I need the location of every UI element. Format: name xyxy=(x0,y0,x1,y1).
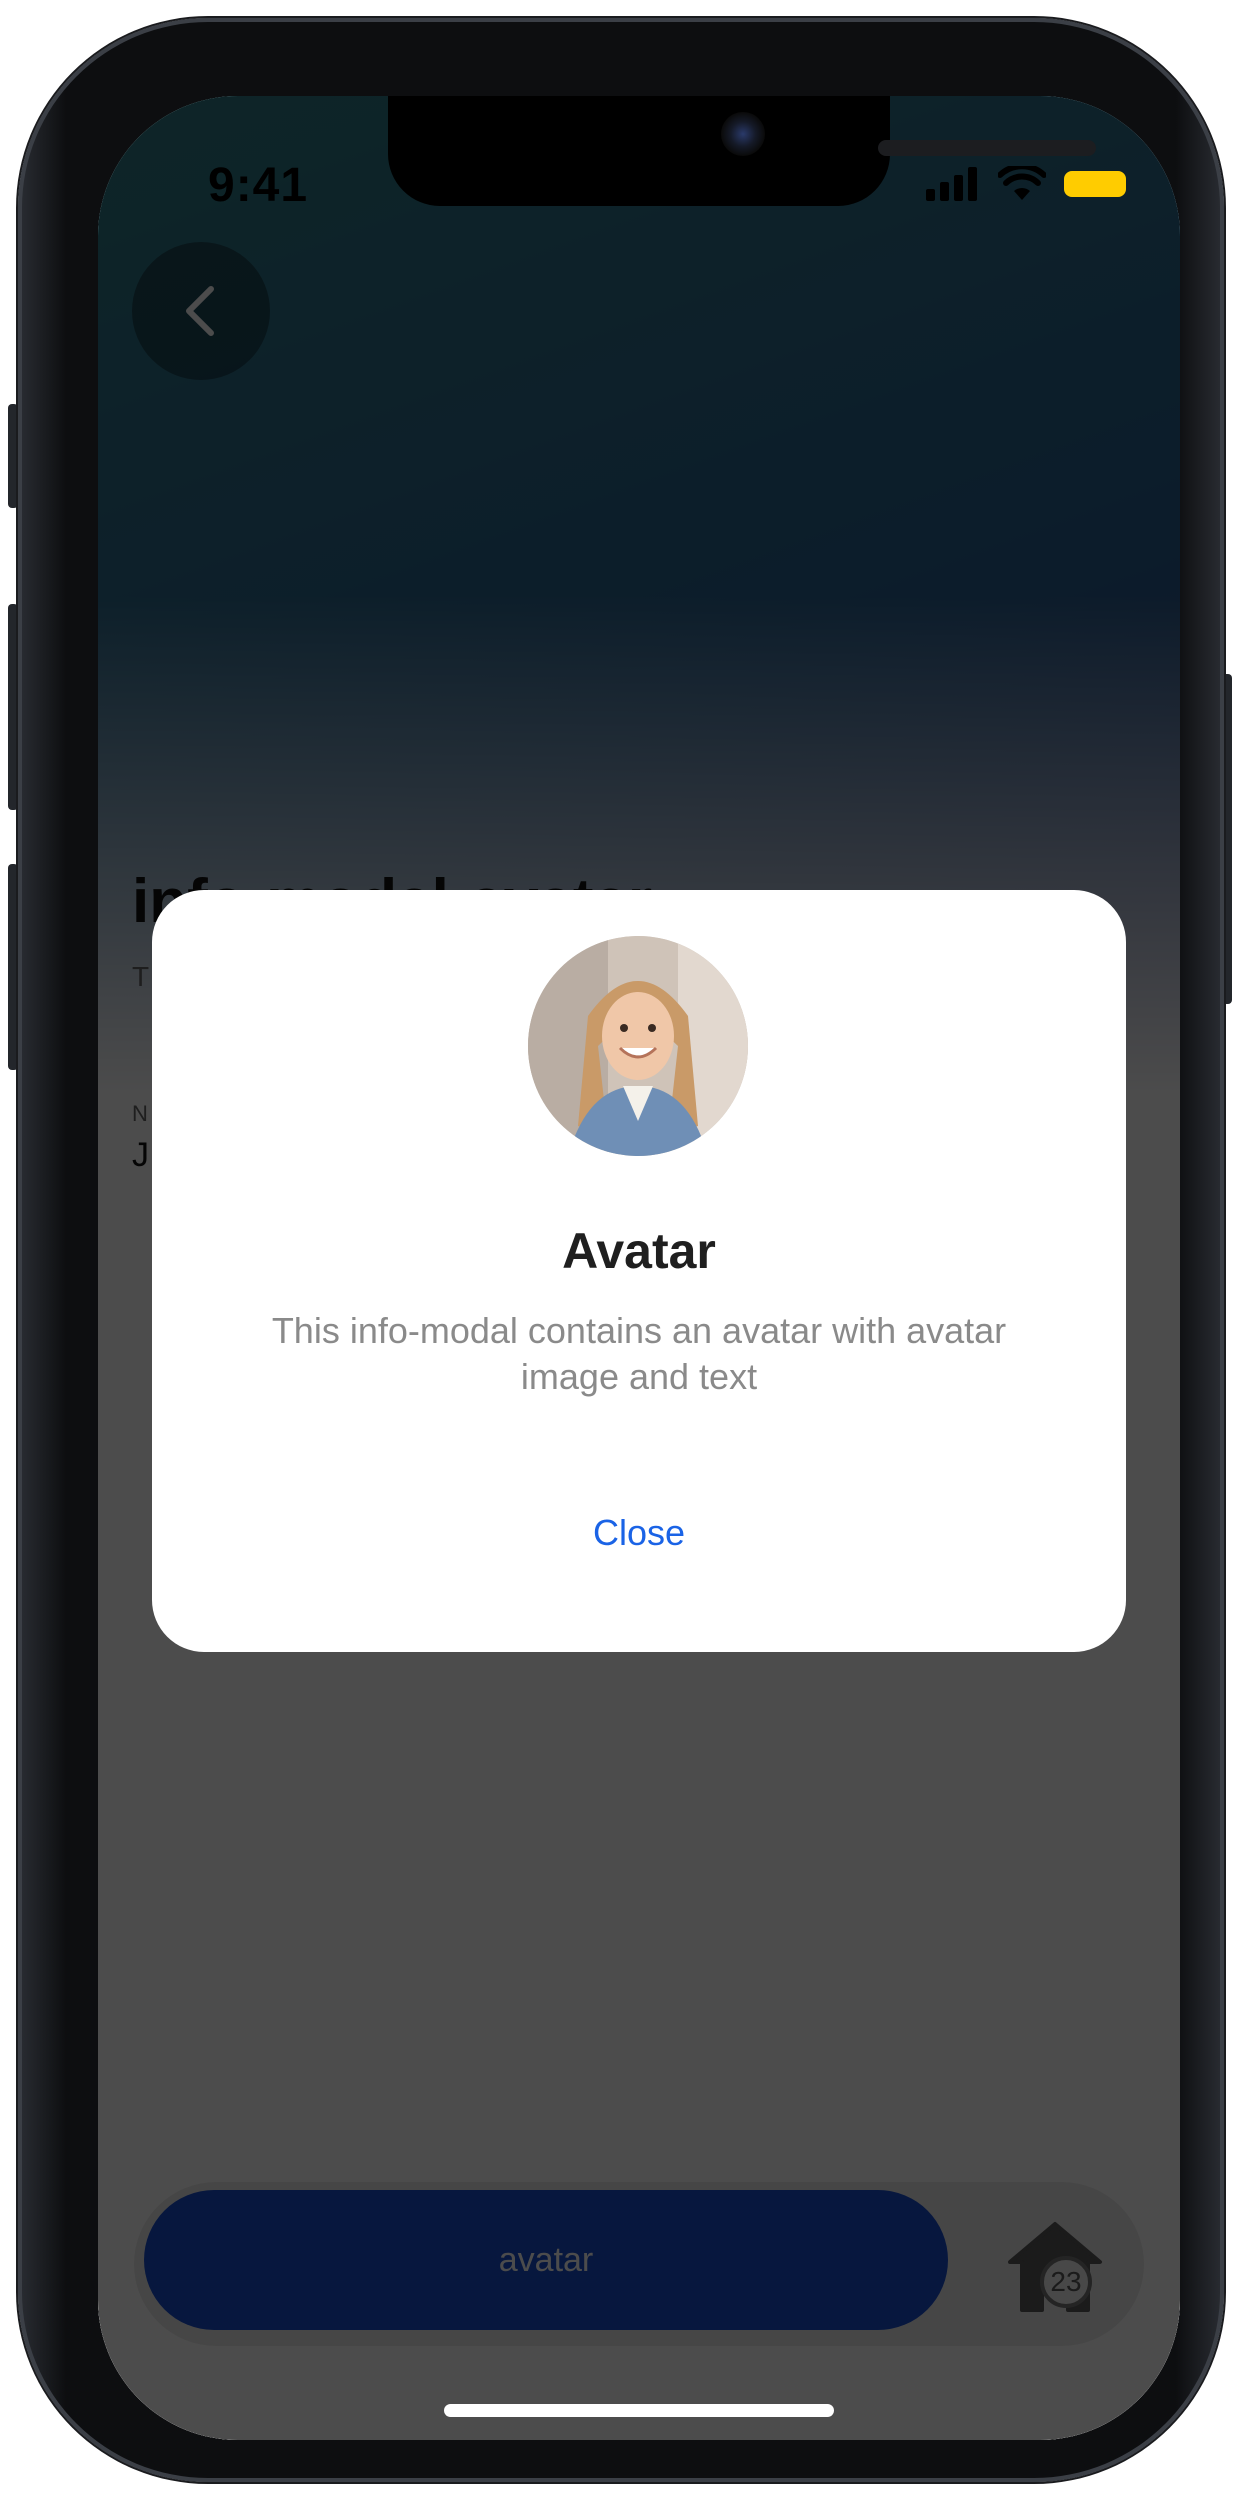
modal-title: Avatar xyxy=(562,1223,716,1279)
camera xyxy=(721,112,765,156)
modal-description: This info-modal contains an avatar with … xyxy=(271,1310,1007,1397)
battery-icon xyxy=(1064,171,1126,197)
volume-up-button xyxy=(8,604,18,810)
cellular-signal-icon xyxy=(926,167,977,201)
phone-screen: info-modal-avatar T N J avatar 23 9:41 xyxy=(98,96,1180,2440)
speaker xyxy=(878,140,1096,156)
wifi-icon xyxy=(998,166,1046,200)
avatar xyxy=(528,936,748,1156)
mute-switch xyxy=(8,404,18,508)
home-indicator[interactable] xyxy=(444,2404,834,2417)
volume-down-button xyxy=(8,864,18,1070)
status-time: 9:41 xyxy=(208,159,309,212)
info-modal: Avatar This info-modal contains an avata… xyxy=(152,890,1126,1652)
close-button[interactable]: Close xyxy=(539,1500,739,1566)
status-icons xyxy=(926,166,1126,202)
avatar-image xyxy=(528,936,748,1156)
notch xyxy=(388,96,1096,206)
phone-frame: info-modal-avatar T N J avatar 23 9:41 xyxy=(18,18,1224,2482)
device-mockup: info-modal-avatar T N J avatar 23 9:41 xyxy=(0,0,1240,2500)
